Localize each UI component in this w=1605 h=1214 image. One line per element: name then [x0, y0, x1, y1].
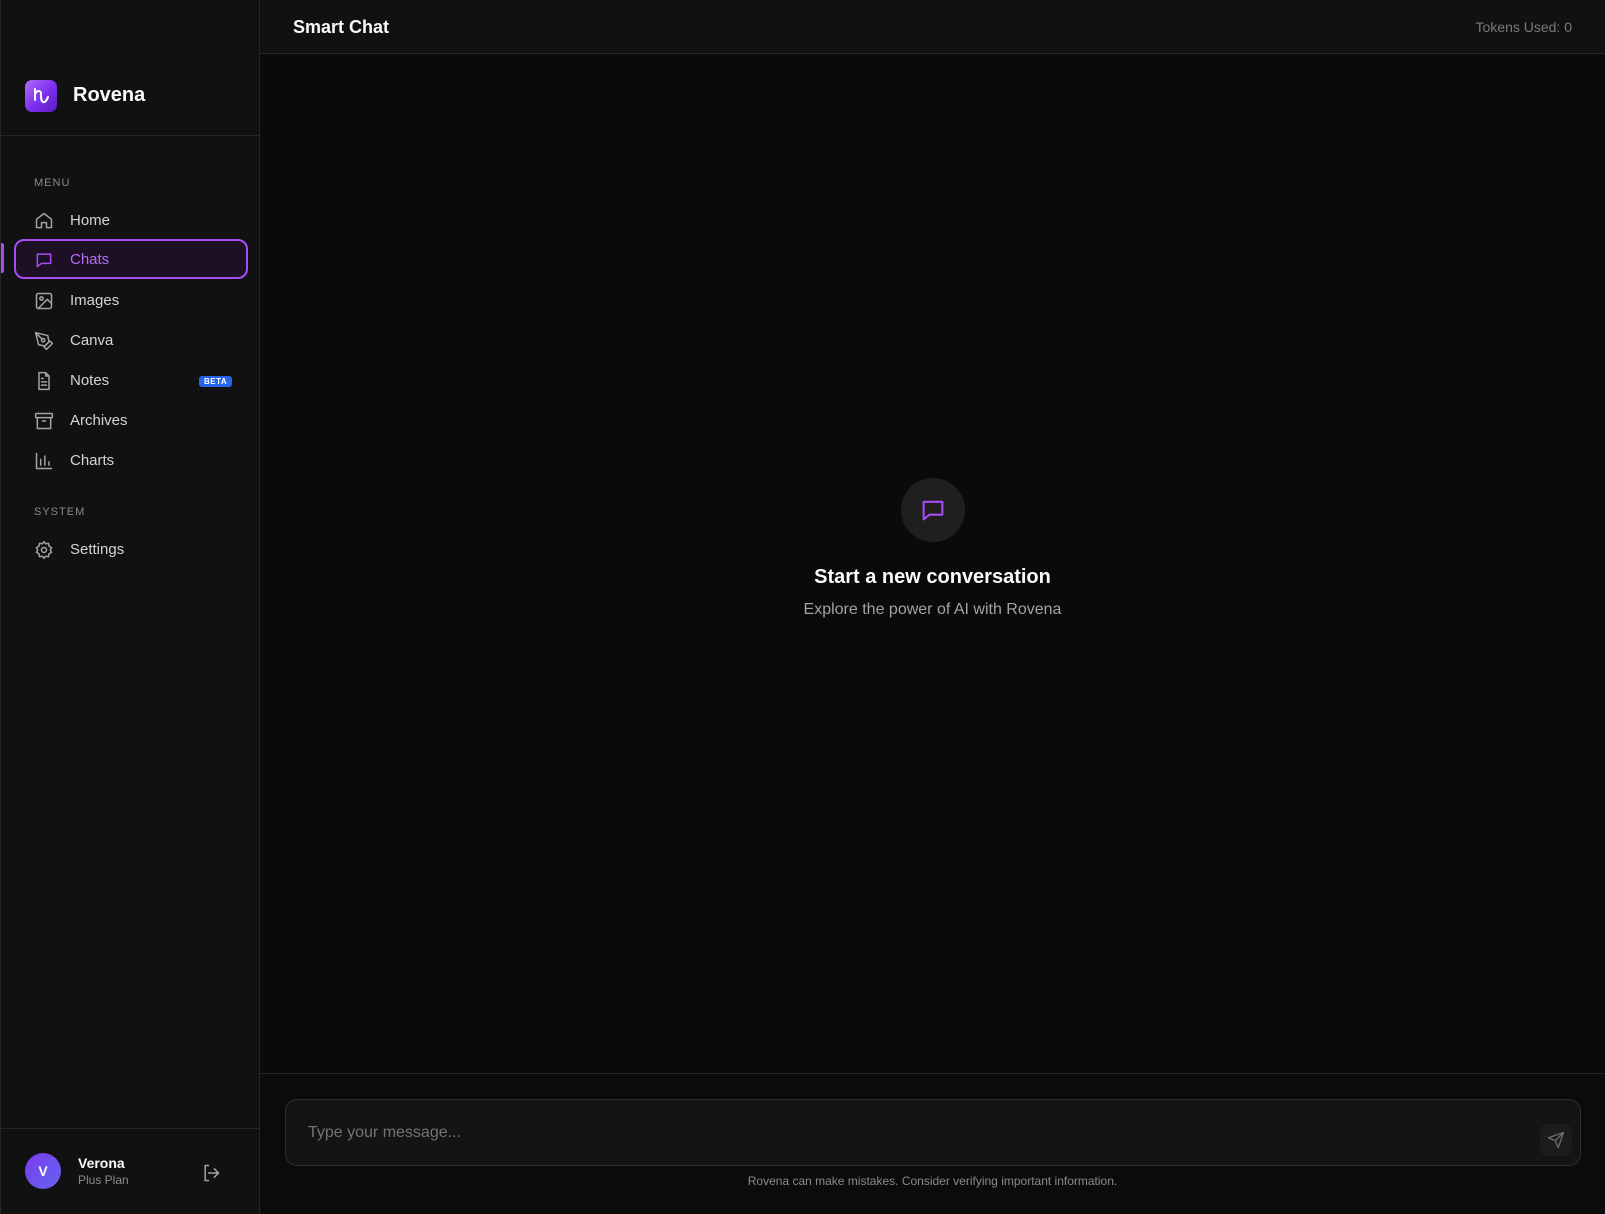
brand-logo-icon[interactable]	[25, 80, 57, 112]
home-icon	[35, 212, 53, 229]
sidebar-item-archives[interactable]: Archives	[14, 400, 248, 440]
active-indicator	[1, 243, 4, 273]
message-square-icon	[36, 253, 52, 268]
system-section-label: SYSTEM	[34, 506, 86, 518]
sidebar-item-home[interactable]: Home	[14, 200, 248, 240]
avatar[interactable]: V	[25, 1153, 61, 1189]
sidebar-item-label: Archives	[70, 412, 128, 429]
sidebar-item-label: Images	[70, 292, 120, 309]
pen-tool-icon	[34, 331, 54, 351]
sidebar: Rovena MENU Home Chats Images Canva Note…	[0, 0, 260, 1214]
beta-badge: BETA	[199, 376, 233, 387]
sidebar-item-chats[interactable]: Chats	[14, 239, 248, 279]
message-composer	[285, 1099, 1581, 1166]
empty-state-title: Start a new conversation	[814, 566, 1051, 588]
page-title: Smart Chat	[293, 17, 390, 37]
sidebar-item-canva[interactable]: Canva	[14, 320, 248, 360]
brand-header: Rovena	[1, 0, 260, 136]
sidebar-item-label: Home	[70, 212, 111, 229]
user-plan: Plus Plan	[78, 1173, 129, 1187]
sidebar-item-label: Notes	[70, 372, 110, 389]
sidebar-item-label: Chats	[70, 251, 110, 268]
empty-state-subtitle: Explore the power of AI with Rovena	[803, 601, 1062, 618]
sidebar-item-label: Canva	[70, 332, 114, 349]
logout-icon[interactable]	[201, 1163, 221, 1183]
image-icon	[35, 292, 53, 310]
archive-icon	[34, 412, 54, 430]
sidebar-item-images[interactable]: Images	[14, 280, 248, 320]
empty-state-chat-icon	[901, 478, 965, 542]
send-button[interactable]	[1540, 1124, 1572, 1156]
brand-name: Rovena	[73, 84, 146, 106]
user-panel: V Verona Plus Plan	[1, 1128, 260, 1214]
message-input[interactable]	[306, 1118, 1490, 1148]
disclaimer-text: Rovena can make mistakes. Consider verif…	[747, 1174, 1118, 1188]
user-name: Verona	[78, 1155, 125, 1171]
sidebar-item-charts[interactable]: Charts	[14, 440, 248, 480]
sidebar-item-settings[interactable]: Settings	[14, 529, 248, 569]
sidebar-item-label: Charts	[70, 452, 115, 469]
sidebar-item-label: Settings	[70, 541, 125, 558]
send-icon	[1547, 1131, 1565, 1149]
sidebar-item-notes[interactable]: Notes BETA	[14, 360, 248, 400]
gear-icon	[35, 540, 53, 560]
tokens-used-counter: Tokens Used: 0	[1475, 19, 1573, 35]
top-header: Smart Chat Tokens Used: 0	[260, 0, 1605, 54]
bar-chart-icon	[35, 452, 53, 470]
menu-section-label: MENU	[34, 177, 71, 189]
file-text-icon	[38, 371, 50, 391]
